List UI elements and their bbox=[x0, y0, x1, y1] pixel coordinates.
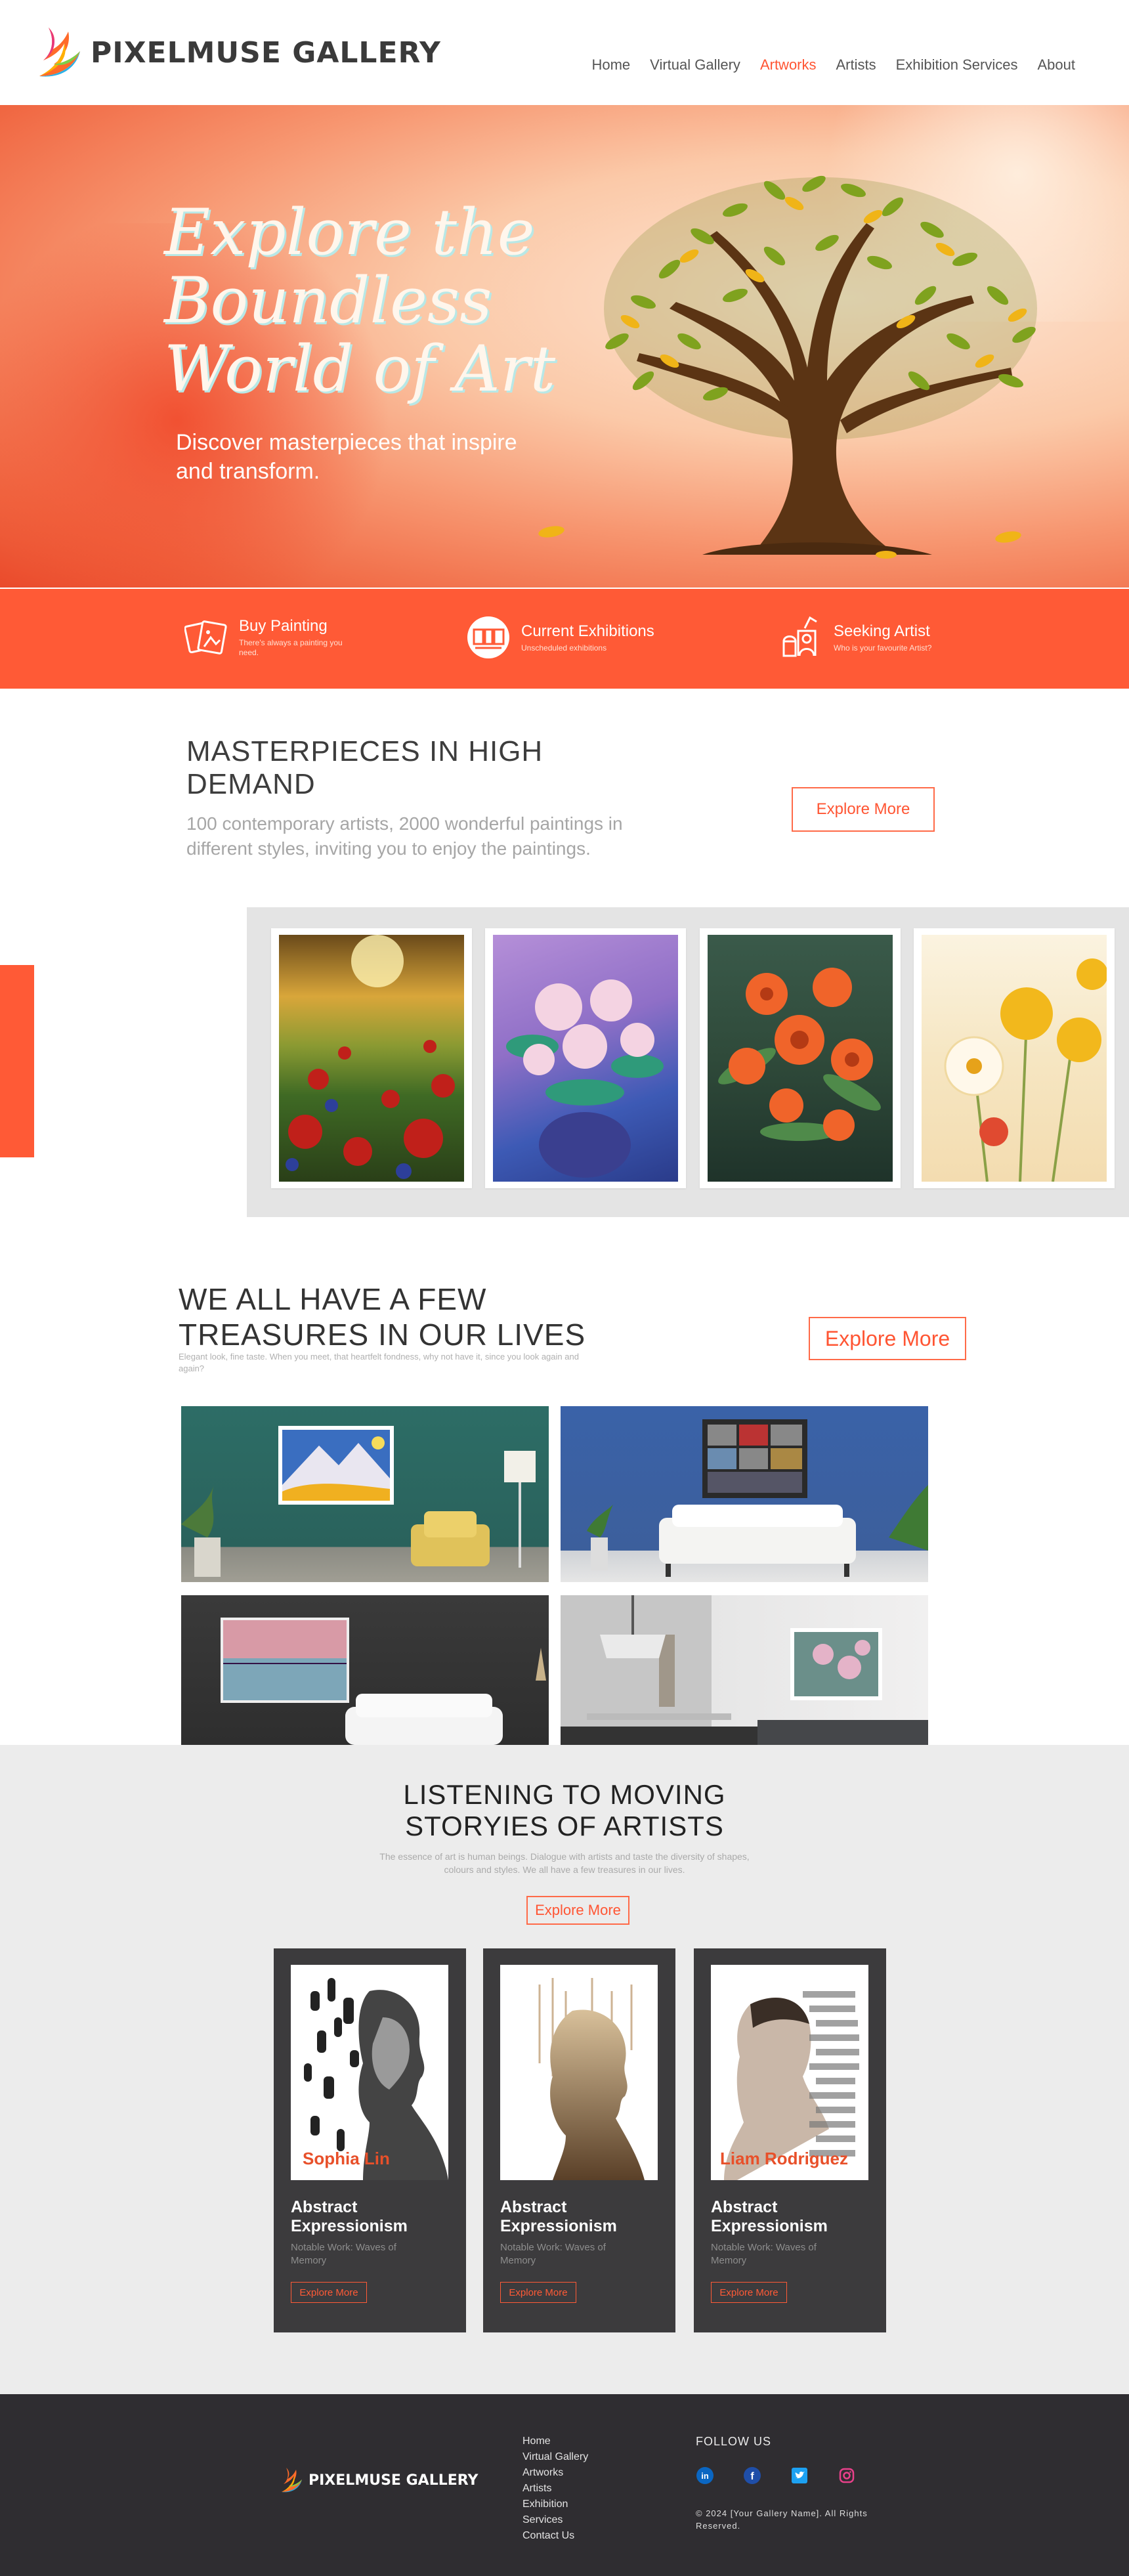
painting-roses bbox=[493, 935, 678, 1182]
main-nav: Home Virtual Gallery Artworks Artists Ex… bbox=[591, 56, 1075, 74]
feature-title: Seeking Artist bbox=[834, 622, 930, 640]
artist-card[interactable]: Abstract Expressionism Notable Work: Wav… bbox=[483, 1948, 675, 2332]
hero-banner: Explore the Boundless World of Art Disco… bbox=[0, 105, 1129, 588]
footer-brand-name: PIXELMUSE GALLERY bbox=[309, 2472, 479, 2489]
site-footer: PIXELMUSE GALLERY Home Virtual Gallery A… bbox=[0, 2394, 1129, 2576]
svg-text:in: in bbox=[701, 2471, 709, 2481]
artist-icon bbox=[778, 615, 823, 660]
painting-card[interactable] bbox=[700, 928, 901, 1188]
explore-more-button[interactable]: Explore More bbox=[792, 787, 935, 832]
artist-style: Abstract Expressionism bbox=[500, 2198, 617, 2235]
logo-icon bbox=[39, 28, 80, 77]
painting-poppies bbox=[279, 935, 464, 1182]
section-title-masterpieces: MASTERPIECES IN HIGH DEMAND bbox=[186, 735, 543, 800]
svg-text:f: f bbox=[750, 2471, 754, 2482]
artist-card[interactable]: Liam Rodriguez Abstract Expressionism No… bbox=[694, 1948, 886, 2332]
room-photo-blue[interactable] bbox=[561, 1406, 928, 1582]
artist-notable-work: Notable Work: Waves of Memory bbox=[291, 2242, 396, 2266]
artist-explore-button[interactable]: Explore More bbox=[711, 2282, 787, 2303]
nav-artists[interactable]: Artists bbox=[836, 56, 876, 74]
feature-current-exhibitions[interactable]: Current Exhibitions Unscheduled exhibiti… bbox=[466, 615, 654, 660]
twitter-icon[interactable] bbox=[790, 2466, 809, 2485]
artist-notable-work: Notable Work: Waves of Memory bbox=[711, 2242, 817, 2266]
footer-link-services[interactable]: Services bbox=[522, 2512, 588, 2528]
artist-notable-work: Notable Work: Waves of Memory bbox=[500, 2242, 606, 2266]
footer-link-artworks[interactable]: Artworks bbox=[522, 2465, 588, 2481]
paintings-icon bbox=[184, 615, 228, 660]
follow-us-heading: FOLLOW US bbox=[696, 2435, 772, 2448]
feature-subtitle: Unscheduled exhibitions bbox=[521, 643, 607, 653]
room-photo-dining[interactable] bbox=[561, 1595, 928, 1745]
nav-virtual-gallery[interactable]: Virtual Gallery bbox=[650, 56, 740, 74]
hero-title: Explore the Boundless World of Art bbox=[164, 196, 556, 406]
painting-card[interactable] bbox=[271, 928, 472, 1188]
artist-name-caption: Liam Rodriguez bbox=[720, 2149, 849, 2168]
nav-home[interactable]: Home bbox=[591, 56, 630, 74]
tree-illustration bbox=[538, 175, 1037, 559]
painting-card[interactable] bbox=[485, 928, 686, 1188]
painting-card[interactable] bbox=[914, 928, 1115, 1188]
artist-style: Abstract Expressionism bbox=[291, 2198, 408, 2235]
artists-section: LISTENING TO MOVING STORYIES OF ARTISTS … bbox=[0, 1745, 1129, 2395]
site-header: PIXELMUSE GALLERY Home Virtual Gallery A… bbox=[0, 0, 1129, 105]
exhibition-icon bbox=[466, 615, 511, 660]
copyright-text: © 2024 [Your Gallery Name]. All Rights R… bbox=[696, 2508, 868, 2531]
feature-title: Buy Painting bbox=[239, 617, 328, 635]
artist-style: Abstract Expressionism bbox=[711, 2198, 828, 2235]
logo-icon bbox=[282, 2468, 302, 2493]
room-photo-green[interactable] bbox=[181, 1406, 549, 1582]
artist-portrait: Sophia Lin bbox=[291, 1965, 448, 2180]
artist-explore-button[interactable]: Explore More bbox=[500, 2282, 576, 2303]
linkedin-icon[interactable]: in bbox=[696, 2466, 714, 2485]
nav-artworks[interactable]: Artworks bbox=[760, 56, 817, 74]
painting-yellow-flowers bbox=[922, 935, 1107, 1182]
footer-link-exhibition[interactable]: Exhibition bbox=[522, 2497, 588, 2512]
feature-subtitle: There's always a painting you need. bbox=[239, 638, 343, 657]
footer-link-virtual-gallery[interactable]: Virtual Gallery bbox=[522, 2449, 588, 2465]
section-title-artists: LISTENING TO MOVING STORYIES OF ARTISTS bbox=[403, 1779, 726, 1841]
accent-bar bbox=[0, 965, 34, 1157]
section-title-treasures: WE ALL HAVE A FEW TREASURES IN OUR LIVES bbox=[179, 1282, 586, 1352]
room-photo-dark[interactable] bbox=[181, 1595, 549, 1745]
artist-explore-button[interactable]: Explore More bbox=[291, 2282, 367, 2303]
footer-link-contact-us[interactable]: Contact Us bbox=[522, 2528, 588, 2544]
section-description: 100 contemporary artists, 2000 wonderful… bbox=[186, 813, 623, 859]
nav-about[interactable]: About bbox=[1038, 56, 1076, 74]
feature-strip: Buy Painting There's always a painting y… bbox=[0, 589, 1129, 689]
feature-seeking-artist[interactable]: Seeking Artist Who is your favourite Art… bbox=[778, 615, 932, 660]
logo[interactable]: PIXELMUSE GALLERY bbox=[34, 25, 441, 80]
painting-carousel[interactable] bbox=[247, 907, 1129, 1217]
footer-logo[interactable]: PIXELMUSE GALLERY bbox=[278, 2466, 478, 2494]
feature-buy-painting[interactable]: Buy Painting There's always a painting y… bbox=[184, 615, 344, 660]
artist-portrait bbox=[500, 1965, 658, 2180]
explore-more-button[interactable]: Explore More bbox=[809, 1317, 966, 1360]
artist-portrait: Liam Rodriguez bbox=[711, 1965, 868, 2180]
footer-links: Home Virtual Gallery Artworks Artists Ex… bbox=[522, 2434, 588, 2544]
hero-subtitle: Discover masterpieces that inspire and t… bbox=[176, 430, 517, 484]
facebook-icon[interactable]: f bbox=[743, 2466, 761, 2485]
instagram-icon[interactable] bbox=[838, 2466, 856, 2485]
footer-link-artists[interactable]: Artists bbox=[522, 2481, 588, 2497]
section-description: Elegant look, fine taste. When you meet,… bbox=[179, 1352, 579, 1373]
painting-orange-flowers bbox=[708, 935, 893, 1182]
feature-title: Current Exhibitions bbox=[521, 622, 654, 640]
artist-name-caption: Sophia Lin bbox=[303, 2149, 390, 2168]
nav-exhibition-services[interactable]: Exhibition Services bbox=[896, 56, 1018, 74]
footer-link-home[interactable]: Home bbox=[522, 2434, 588, 2449]
section-description: The essence of art is human beings. Dial… bbox=[379, 1851, 750, 1875]
explore-more-button[interactable]: Explore More bbox=[526, 1896, 629, 1925]
artist-card[interactable]: Sophia Lin Abstract Expressionism Notabl… bbox=[274, 1948, 466, 2332]
feature-subtitle: Who is your favourite Artist? bbox=[834, 643, 932, 653]
brand-name: PIXELMUSE GALLERY bbox=[91, 35, 441, 70]
social-links: in f bbox=[696, 2466, 856, 2485]
